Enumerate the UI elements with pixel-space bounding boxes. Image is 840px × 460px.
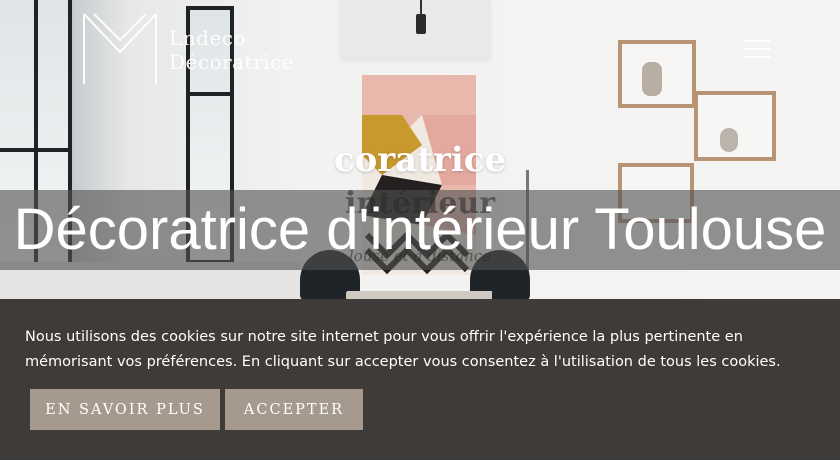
brand-name-line2[interactable]: Décoratrice — [169, 50, 294, 74]
learn-more-button[interactable]: En savoir plus — [30, 389, 220, 430]
page-headline: Décoratrice d'intérieur Toulouse — [13, 197, 827, 262]
accept-button[interactable]: Accepter — [225, 389, 363, 430]
ceiling-lamp — [416, 14, 426, 34]
vase — [642, 62, 662, 96]
cookie-banner: Nous utilisons des cookies sur notre sit… — [0, 299, 840, 460]
ceiling-beam — [340, 0, 490, 58]
cookie-text: Nous utilisons des cookies sur notre sit… — [25, 329, 781, 370]
brand-logo-icon[interactable] — [80, 12, 160, 86]
hero-title-partial: coratrice — [333, 140, 507, 180]
brand-name-line1[interactable]: Lndeco — [169, 26, 246, 50]
hamburger-menu-icon[interactable] — [744, 40, 770, 60]
